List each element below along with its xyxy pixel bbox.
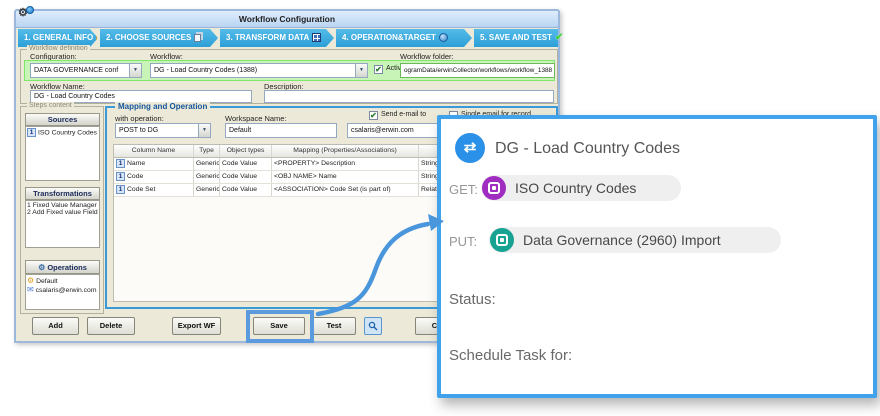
window-title: Workflow Configuration: [238, 14, 336, 24]
test-button[interactable]: Test: [312, 317, 356, 335]
tab-operation-target[interactable]: 4. OPERATION&TARGET: [336, 29, 472, 47]
sources-icon: [194, 34, 201, 42]
operations-list: ⚙ Default ✉ csalaris@erwin.com: [25, 274, 100, 310]
mapping-operation-label: Mapping and Operation: [115, 102, 211, 111]
send-email-checkbox[interactable]: ✔: [369, 111, 378, 120]
put-target-icon: [490, 228, 514, 252]
with-operation-label: with operation:: [115, 114, 164, 123]
workflow-definition-label: Workflow definition: [27, 45, 90, 52]
workspace-name-label: Workspace Name:: [225, 114, 287, 123]
col-header[interactable]: Mapping (Properties/Associations): [272, 145, 419, 157]
item-number-badge: 1: [27, 128, 36, 137]
row-number-badge: 1: [116, 171, 125, 181]
status-label: Status:: [449, 291, 496, 308]
row-number-badge: 1: [116, 158, 125, 168]
schedule-task-label: Schedule Task for:: [449, 347, 573, 364]
operations-icon: ⚙: [38, 263, 46, 272]
row-number-badge: 1: [116, 184, 125, 194]
steps-content-label: Steps content: [27, 102, 74, 109]
overlay-workflow-title: DG - Load Country Codes: [495, 140, 680, 157]
steps-content-group: Steps content Sources 1 ISO Country Codes…: [20, 102, 104, 314]
workflow-dropdown[interactable]: DG - Load Country Codes (1388) ▼: [150, 63, 368, 78]
workspace-name-field[interactable]: Default: [225, 123, 337, 138]
chevron-down-icon[interactable]: ▼: [198, 124, 210, 137]
list-item[interactable]: 2 Add Fixed value Field: [27, 209, 98, 216]
tab-choose-sources[interactable]: 2. CHOOSE SOURCES: [100, 29, 218, 47]
app-gear-icon: ⚙: [18, 6, 34, 22]
configuration-dropdown[interactable]: DATA GOVERNANCE conf ▼: [30, 63, 142, 78]
add-button[interactable]: Add: [32, 317, 79, 335]
delete-button[interactable]: Delete: [87, 317, 135, 335]
list-item[interactable]: ⚙ Default: [27, 276, 98, 285]
col-header[interactable]: Type: [194, 145, 220, 157]
search-button[interactable]: [364, 317, 382, 335]
send-email-field[interactable]: csalaris@erwin.com: [347, 123, 440, 138]
export-wf-button[interactable]: Export WF: [172, 317, 221, 335]
magnifier-icon: [368, 321, 378, 331]
send-email-label: Send e-mail to: [381, 111, 427, 118]
description-field[interactable]: [264, 90, 554, 103]
save-annotation-box: [246, 310, 314, 343]
transformations-header[interactable]: Transformations: [25, 187, 100, 200]
swap-arrows-icon: ⇄: [455, 133, 485, 163]
tab-transform-data[interactable]: 3. TRANSFORM DATA: [220, 29, 334, 47]
workflow-definition-group: Workflow definition Configuration: Workf…: [20, 45, 558, 104]
sources-list: 1 ISO Country Codes: [25, 126, 100, 181]
list-item[interactable]: 1 ISO Country Codes: [27, 128, 98, 137]
with-operation-dropdown[interactable]: POST to DG ▼: [115, 123, 211, 138]
get-source-icon: [482, 176, 506, 200]
list-item[interactable]: ✉ csalaris@erwin.com: [27, 285, 98, 294]
transformations-list: 1 Fixed Value Manager 2 Add Fixed value …: [25, 200, 100, 248]
sources-header[interactable]: Sources: [25, 113, 100, 126]
gear-icon: ⚙: [27, 276, 35, 285]
col-header[interactable]: Column Name: [114, 145, 194, 157]
workflow-summary-panel: ⇄ DG - Load Country Codes GET: ISO Count…: [437, 115, 877, 398]
active-checkbox[interactable]: ✔: [374, 65, 383, 74]
chevron-down-icon[interactable]: ▼: [355, 64, 367, 77]
target-globe-icon: [439, 33, 448, 42]
transform-grid-icon: [312, 33, 321, 42]
get-label: GET:: [449, 182, 478, 197]
put-label: PUT:: [449, 234, 478, 249]
operations-header[interactable]: ⚙ Operations: [25, 260, 100, 274]
green-check-icon: ✔: [555, 32, 564, 43]
tab-save-and-test[interactable]: 5. SAVE AND TEST ✔: [474, 29, 563, 47]
window-titlebar[interactable]: ⚙ Workflow Configuration: [16, 6, 558, 28]
col-header[interactable]: Object types: [220, 145, 272, 157]
put-target-pill[interactable]: Data Governance (2960) Import: [489, 227, 781, 253]
screen: ⚙ Workflow Configuration 1. GENERAL INFO…: [0, 0, 880, 416]
chevron-down-icon[interactable]: ▼: [129, 64, 141, 77]
mail-icon: ✉: [27, 285, 34, 294]
get-source-pill[interactable]: ISO Country Codes: [481, 175, 681, 201]
get-source-name: ISO Country Codes: [515, 180, 637, 196]
workflow-folder-field[interactable]: ogramData/erwinCollector/workflows/workf…: [400, 63, 555, 78]
list-item[interactable]: 1 Fixed Value Manager: [27, 202, 98, 209]
put-target-name: Data Governance (2960) Import: [523, 232, 721, 248]
